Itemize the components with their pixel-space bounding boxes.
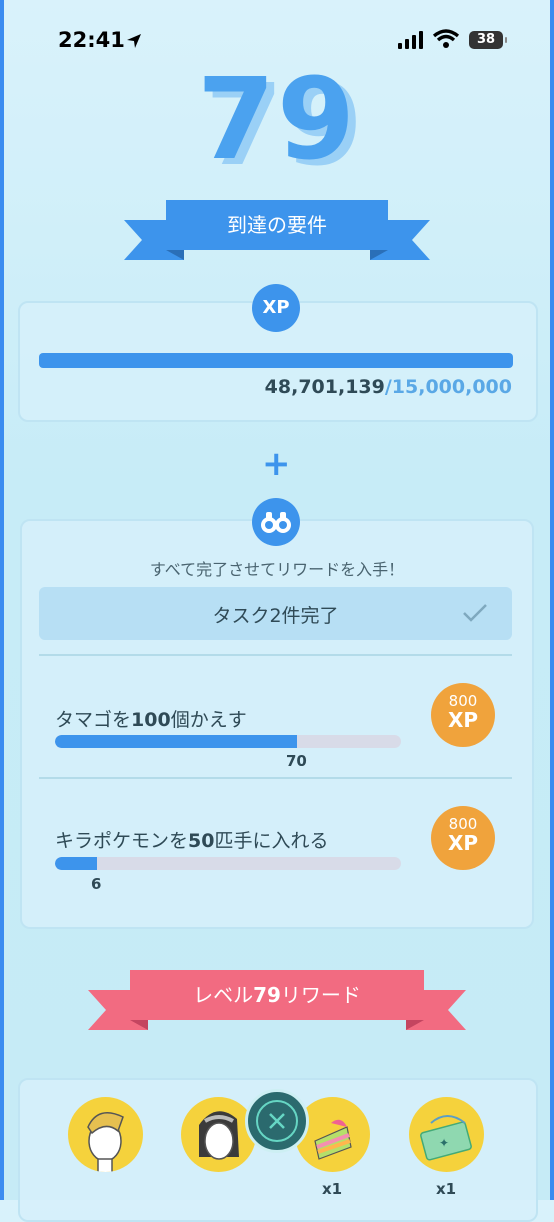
signal-icon [398,31,423,49]
ticket-icon[interactable]: ✦ [409,1097,484,1172]
plus-sign: + [262,444,291,484]
task-progress-value: 6 [91,875,102,893]
level-rewards-banner: レベル79リワード [88,970,466,1030]
xp-current: 48,701,139 [264,376,385,398]
location-arrow-icon [127,34,141,48]
xp-progress-text: 48,701,139/15,000,000 [265,376,512,398]
wifi-icon [433,29,459,48]
xp-reward-coin: 800 XP [431,806,495,870]
close-button[interactable] [245,1089,309,1153]
avatar-hair-long-icon[interactable] [181,1097,256,1172]
task-progress-value: 70 [286,752,307,770]
task-title-text: 個かえす [170,709,247,731]
task-progress-fill [55,857,97,870]
level-rewards-banner-label: レベル79リワード [130,970,424,1020]
status-bar: 22:41 38 [0,0,554,60]
svg-text:✦: ✦ [439,1136,449,1150]
check-icon [463,604,487,622]
tasks-completed-bar[interactable]: タスク2件完了 [39,587,512,640]
reward-unit: XP [447,831,479,855]
task-title-text: タマゴを [55,709,132,731]
task-title: タマゴを100個かえす [55,705,247,732]
binoculars-icon [261,512,291,533]
tasks-completed-label: タスク2件完了 [212,605,339,627]
banner-text: リワード [280,983,361,1007]
task-title-text: キラポケモンを [55,830,189,852]
reward-amount: 800 [448,815,478,833]
xp-target: /15,000,000 [384,376,512,398]
task-title-text: 匹手に入れる [214,830,329,852]
reward-quantity: x1 [322,1180,343,1198]
task-title-number: 50 [188,830,215,852]
reward-hint-text: すべて完了させてリワードを入手！ [149,560,405,579]
banner-text: レベル [193,983,254,1007]
reward-unit: XP [447,708,479,732]
reward-quantity: x1 [436,1180,457,1198]
task-progress-bar [55,857,401,870]
close-button-ring [256,1100,298,1142]
task-progress-bar [55,735,401,748]
task-title: キラポケモンを50匹手に入れる [55,826,328,853]
level-number: 79 [197,55,357,185]
requirements-banner-label: 到達の要件 [166,200,388,250]
banner-number: 79 [253,983,281,1007]
xp-reward-coin: 800 XP [431,683,495,747]
binoculars-badge [252,498,300,546]
requirements-banner: 到達の要件 [124,200,430,260]
task-progress-fill [55,735,298,748]
close-icon [269,1113,285,1129]
xp-badge: XP [252,284,300,332]
reward-amount: 800 [448,692,478,710]
status-time: 22:41 [58,28,125,52]
task-title-number: 100 [131,709,171,731]
xp-progress-bar [39,353,513,368]
battery-icon: 38 [469,31,507,49]
avatar-hair-icon[interactable] [68,1097,143,1172]
divider [39,777,512,779]
divider [39,654,512,656]
